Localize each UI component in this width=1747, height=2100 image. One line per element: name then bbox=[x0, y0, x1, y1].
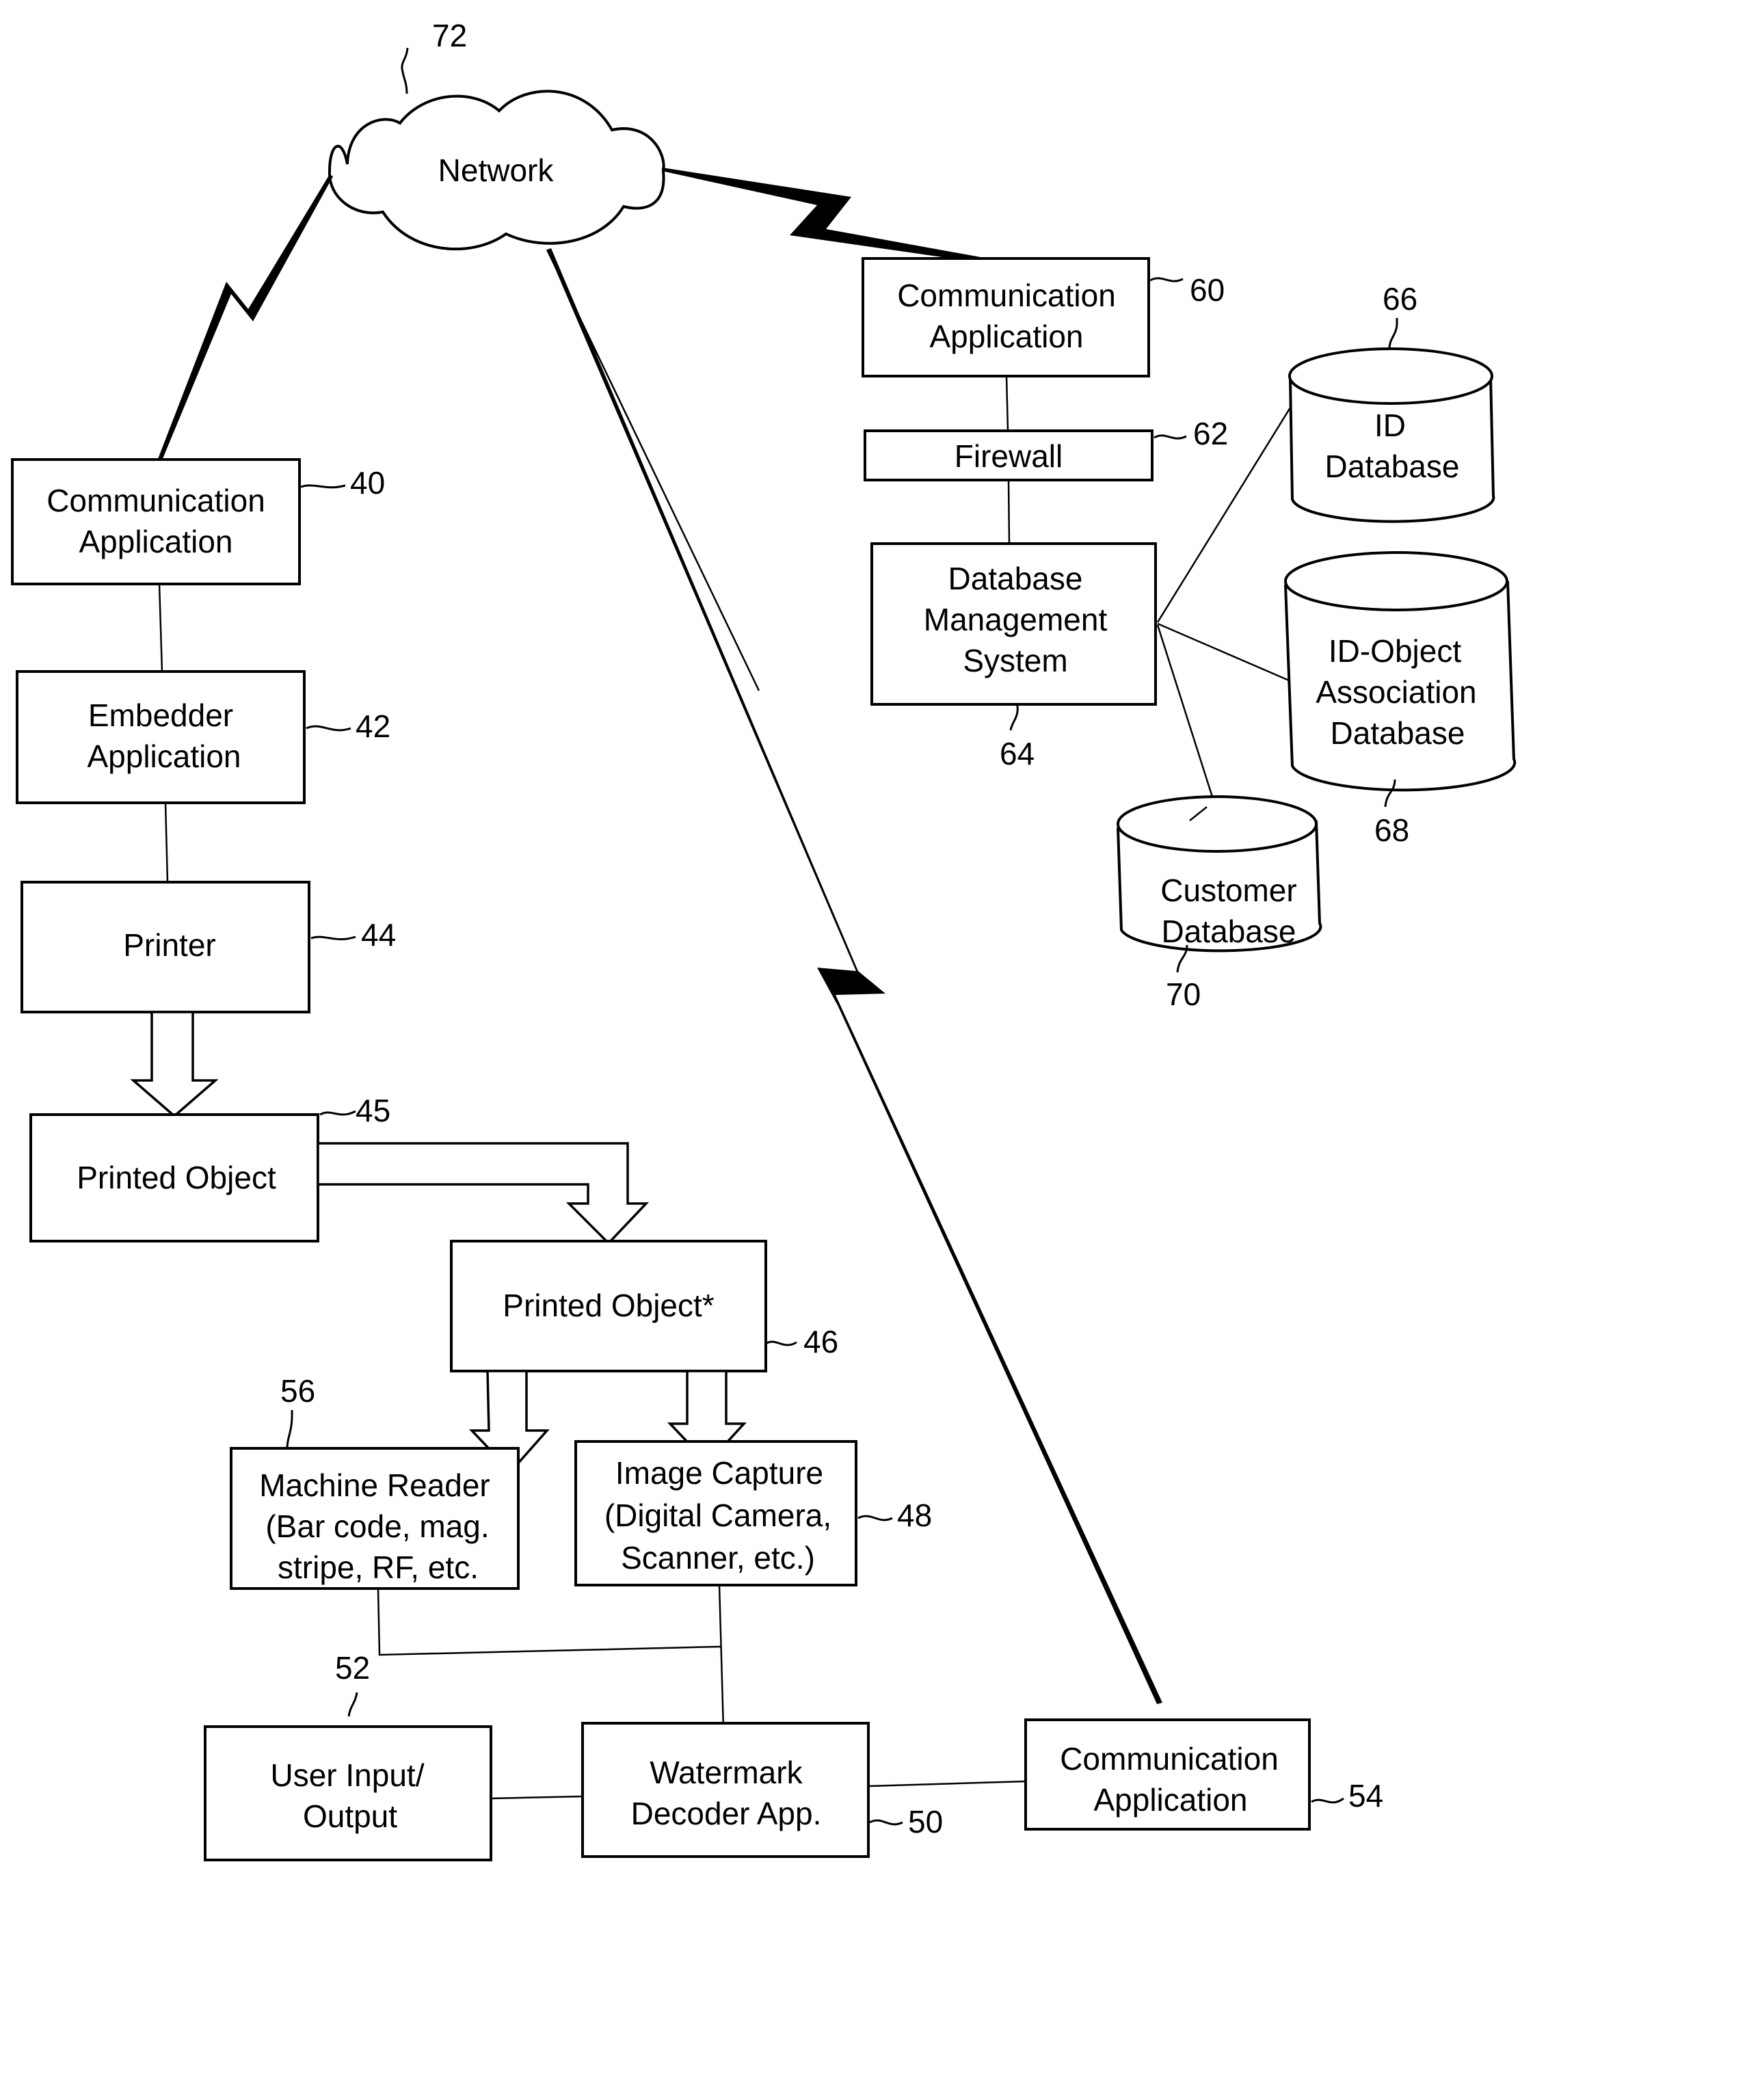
label-line: Association bbox=[1316, 674, 1476, 710]
label-line: Database bbox=[1325, 449, 1460, 484]
connector bbox=[868, 1780, 1026, 1787]
image-capture: Image Capture (Digital Camera, Scanner, … bbox=[574, 1440, 932, 1586]
ref-72: 72 bbox=[432, 18, 467, 53]
client-communication-application: Communication Application 40 bbox=[11, 458, 385, 585]
reader-communication-application: Communication Application 54 bbox=[1024, 1718, 1383, 1831]
label-line: Application bbox=[929, 319, 1083, 354]
ref-66: 66 bbox=[1383, 281, 1417, 317]
ref-40: 40 bbox=[350, 465, 385, 501]
label-line: Communication bbox=[897, 278, 1116, 313]
connector bbox=[158, 583, 163, 672]
connector bbox=[1005, 375, 1009, 431]
printed-object-star: Printed Object* 46 bbox=[450, 1240, 838, 1372]
leader-56 bbox=[286, 1409, 293, 1449]
label-line: User Input/ bbox=[271, 1757, 425, 1793]
leader-42 bbox=[306, 725, 351, 732]
leader-52 bbox=[347, 1692, 358, 1717]
label-line: Application bbox=[79, 524, 232, 559]
connector bbox=[490, 1795, 583, 1800]
ref-70: 70 bbox=[1166, 976, 1201, 1012]
ref-64: 64 bbox=[1000, 736, 1035, 771]
customer-database-cylinder: Customer Database 70 bbox=[1117, 795, 1322, 1012]
leader-72 bbox=[401, 47, 409, 94]
elbow-arrow-icon bbox=[317, 1142, 650, 1245]
ref-60: 60 bbox=[1190, 272, 1225, 308]
machine-reader: Machine Reader (Bar code, mag. stripe, R… bbox=[230, 1373, 520, 1590]
ref-56: 56 bbox=[280, 1373, 315, 1409]
label-line: Communication bbox=[46, 483, 265, 518]
watermark-decoder-app: Watermark Decoder App. 50 bbox=[581, 1722, 943, 1858]
label-line: ID-Object bbox=[1329, 633, 1461, 669]
label-line: Management bbox=[924, 602, 1108, 637]
ref-68: 68 bbox=[1374, 812, 1409, 848]
printer: Printer 44 bbox=[21, 881, 396, 1013]
label-line: Database bbox=[948, 561, 1083, 596]
leader-66 bbox=[1388, 318, 1398, 349]
ref-45: 45 bbox=[356, 1093, 390, 1128]
label-line: Printed Object bbox=[77, 1160, 276, 1195]
label-line: Watermark bbox=[650, 1755, 803, 1790]
database-management-system: Database Management System 64 bbox=[870, 542, 1157, 771]
link-line bbox=[546, 249, 760, 691]
network-label: Network bbox=[438, 152, 555, 188]
connector bbox=[377, 1588, 722, 1656]
leader-62 bbox=[1153, 434, 1187, 440]
embedder-application: Embedder Application 42 bbox=[16, 670, 390, 804]
wireless-link-left-icon bbox=[155, 174, 333, 468]
label-line: Database bbox=[1162, 914, 1296, 949]
id-object-association-database-cylinder: ID-Object Association Database 68 bbox=[1284, 551, 1517, 848]
label-line: Printer bbox=[123, 927, 215, 963]
leader-40 bbox=[300, 484, 346, 489]
label-line: Customer bbox=[1160, 873, 1296, 908]
label-line: Embedder bbox=[88, 697, 233, 733]
leader-64 bbox=[1009, 705, 1019, 731]
label-line: Output bbox=[303, 1798, 397, 1834]
user-input-output: User Input/ Output bbox=[204, 1725, 492, 1861]
ref-54: 54 bbox=[1348, 1778, 1383, 1813]
label-line: stripe, RF, etc. bbox=[278, 1550, 479, 1585]
label-line: ID bbox=[1374, 408, 1406, 443]
label-line: (Bar code, mag. bbox=[265, 1508, 489, 1544]
server-communication-application: Communication Application 60 bbox=[862, 257, 1225, 377]
down-arrow-icon bbox=[130, 1011, 219, 1118]
firewall: Firewall 62 bbox=[864, 416, 1228, 481]
label-line: Image Capture bbox=[615, 1455, 823, 1491]
connector bbox=[1157, 622, 1290, 682]
label-line: Application bbox=[1093, 1782, 1247, 1818]
ref-42: 42 bbox=[356, 708, 390, 744]
label-line: Application bbox=[87, 739, 241, 774]
label-line: Database bbox=[1331, 715, 1465, 751]
leader-46 bbox=[765, 1340, 797, 1346]
label-line: Scanner, etc.) bbox=[621, 1540, 815, 1576]
ref-50: 50 bbox=[908, 1804, 943, 1839]
ref-46: 46 bbox=[803, 1324, 838, 1359]
label-line: Firewall bbox=[955, 438, 1063, 474]
system-diagram: Network 72 Communication Application 60 … bbox=[11, 18, 1517, 1861]
id-database-cylinder: ID Database 66 bbox=[1288, 281, 1495, 523]
ref-48: 48 bbox=[897, 1498, 932, 1533]
ref-62: 62 bbox=[1193, 416, 1228, 451]
label-line: Printed Object* bbox=[503, 1288, 714, 1323]
leader-54 bbox=[1311, 1797, 1344, 1804]
network-cloud: Network 72 bbox=[328, 18, 665, 251]
ref-44: 44 bbox=[361, 917, 396, 953]
label-line: Machine Reader bbox=[259, 1467, 490, 1503]
leader-44 bbox=[310, 935, 356, 940]
connector bbox=[718, 1584, 725, 1729]
leader-48 bbox=[857, 1515, 893, 1521]
leader-45 bbox=[319, 1110, 356, 1116]
label-line: Communication bbox=[1060, 1741, 1279, 1777]
wireless-link-right-icon bbox=[662, 168, 1011, 267]
label-line: (Digital Camera, bbox=[604, 1498, 831, 1533]
ref-52: 52 bbox=[335, 1650, 370, 1686]
leader-50 bbox=[869, 1819, 903, 1826]
connector bbox=[1156, 387, 1304, 623]
label-line: Decoder App. bbox=[631, 1796, 822, 1831]
label-line: System bbox=[963, 643, 1067, 678]
leader-60 bbox=[1149, 277, 1184, 282]
connector bbox=[164, 802, 169, 883]
